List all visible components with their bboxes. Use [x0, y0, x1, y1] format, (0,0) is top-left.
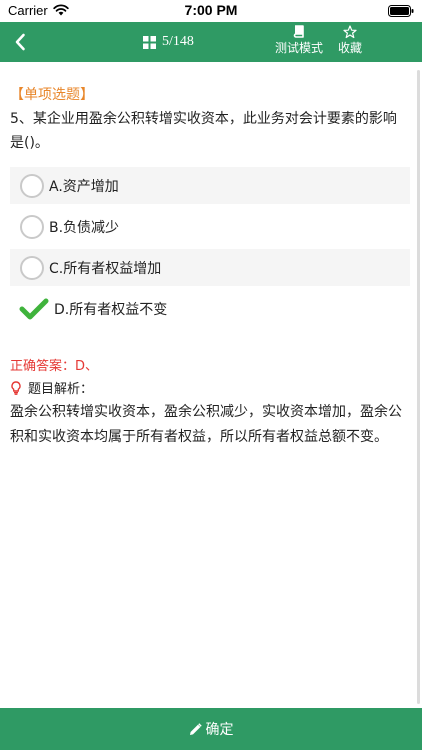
confirm-button[interactable]: 确定 [0, 708, 422, 750]
favorite-button[interactable]: 收藏 [322, 25, 378, 56]
option-d[interactable]: D.所有者权益不变 [10, 290, 410, 327]
option-label: C.所有者权益增加 [49, 260, 162, 277]
status-bar: Carrier 7:00 PM [0, 0, 422, 22]
scrollbar[interactable] [417, 70, 420, 704]
favorite-label: 收藏 [337, 41, 362, 55]
analysis-title-text: 题目解析： [28, 382, 94, 397]
analysis-text: 盈余公积转增实收资本，盈余公积减少，实收资本增加，盈余公积和实收资本均属于所有者… [10, 404, 402, 445]
book-icon [293, 25, 304, 38]
pencil-icon [189, 722, 202, 735]
radio-icon [20, 173, 44, 198]
option-label: B.负债减少 [49, 219, 120, 236]
option-label: D.所有者权益不变 [54, 301, 168, 318]
grid-icon [143, 35, 156, 49]
clock: 7:00 PM [184, 2, 238, 18]
option-a[interactable]: A.资产增加 [10, 167, 410, 204]
test-mode-button[interactable]: 测试模式 [271, 25, 327, 56]
correct-answer: 正确答案：D、 [10, 359, 99, 374]
bulb-icon [11, 380, 21, 395]
option-c[interactable]: C.所有者权益增加 [10, 249, 410, 286]
battery-icon [388, 5, 414, 17]
radio-icon [20, 255, 44, 280]
question-text: 5、某企业用盈余公积转增实收资本，此业务对会计要素的影响是()。 [10, 111, 397, 151]
confirm-label: 确定 [205, 722, 234, 738]
radio-icon [20, 214, 44, 239]
check-icon [19, 298, 49, 319]
back-button[interactable] [6, 28, 34, 56]
nav-bar: 5/148 测试模式 收藏 [0, 22, 422, 62]
chevron-left-icon [15, 33, 25, 51]
question-progress[interactable]: 5/148 [143, 32, 194, 52]
star-icon [343, 25, 357, 39]
analysis-title: 题目解析： [10, 378, 93, 397]
question-type: 【单项选题】 [10, 87, 94, 103]
option-label: A.资产增加 [49, 178, 119, 195]
test-mode-label: 测试模式 [274, 41, 323, 55]
progress-text: 5/148 [162, 34, 194, 49]
option-b[interactable]: B.负债减少 [10, 208, 410, 245]
